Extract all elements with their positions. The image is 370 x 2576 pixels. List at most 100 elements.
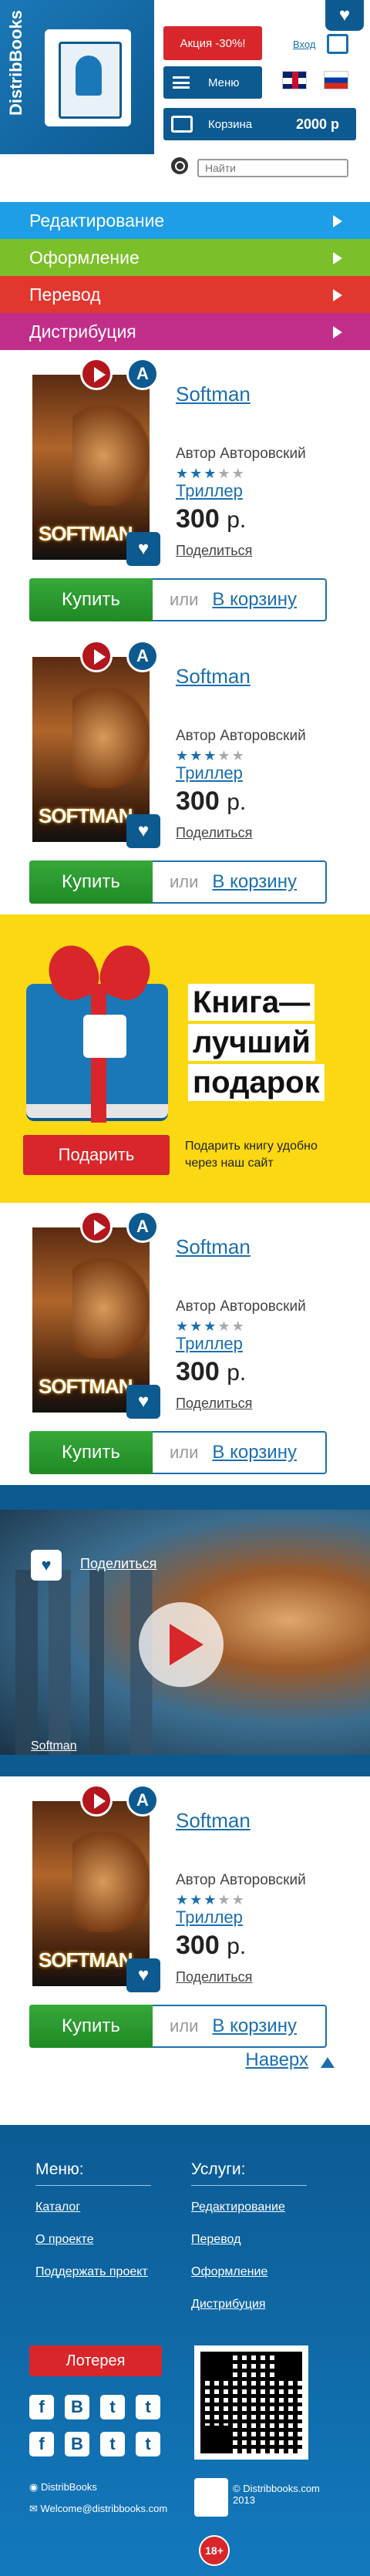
share-link[interactable]: Поделиться <box>176 543 252 559</box>
nav-item-editing[interactable]: Редактирование <box>0 202 370 239</box>
star-icon: ★ <box>190 1318 204 1334</box>
rating-stars: ★★★★★ <box>176 748 246 764</box>
product-title[interactable]: Softman <box>176 382 251 406</box>
footer-link-distribution[interactable]: Дистрибуция <box>191 2298 266 2312</box>
audiobook-icon[interactable]: A <box>126 640 159 672</box>
category-nav: Редактирование Оформление Перевод Дистри… <box>0 202 370 350</box>
language-en-flag-icon[interactable] <box>282 71 307 89</box>
audiobook-icon[interactable]: A <box>126 358 159 390</box>
nav-item-translation[interactable]: Перевод <box>0 276 370 313</box>
vkontakte-icon[interactable]: B <box>65 2432 89 2456</box>
product-genre[interactable]: Триллер <box>176 763 243 783</box>
play-trailer-icon[interactable] <box>80 358 113 390</box>
audiobook-icon[interactable]: A <box>126 1784 159 1817</box>
buy-button[interactable]: Купить <box>29 1431 153 1474</box>
product-genre[interactable]: Триллер <box>176 1908 243 1928</box>
star-icon: ★ <box>204 748 218 763</box>
product-card: SOFTMAN A ♥ Softman Автор Авторовский ★★… <box>0 350 370 632</box>
back-to-top-link[interactable]: Наверх <box>245 2049 308 2071</box>
product-price: 300 р. <box>176 1357 246 1387</box>
email-contact[interactable]: ✉ Welcome@distribbooks.com <box>29 2503 167 2515</box>
cart-icon <box>171 116 193 133</box>
play-trailer-icon[interactable] <box>80 1211 113 1243</box>
hamburger-icon <box>173 76 190 89</box>
footer-link-catalog[interactable]: Каталог <box>35 2201 80 2214</box>
play-trailer-icon[interactable] <box>80 640 113 672</box>
buy-button[interactable]: Купить <box>29 2005 153 2048</box>
product-author: Автор Авторовский <box>176 1872 306 1888</box>
star-icon: ★ <box>190 1892 204 1908</box>
product-genre[interactable]: Триллер <box>176 1334 243 1354</box>
search-input[interactable] <box>197 159 348 177</box>
search-icon[interactable] <box>171 157 188 174</box>
sale-button[interactable]: Акция -30%! <box>163 26 262 60</box>
arrow-up-icon[interactable] <box>321 2057 335 2068</box>
rating-stars: ★★★★★ <box>176 466 246 482</box>
site-logo[interactable]: DistribBooks <box>0 0 154 154</box>
footer-link-support[interactable]: Поддержать проект <box>35 2265 148 2279</box>
facebook-icon[interactable]: f <box>29 2432 54 2456</box>
product-title[interactable]: Softman <box>176 665 251 689</box>
star-icon: ★ <box>204 1318 218 1334</box>
favorite-heart-icon[interactable]: ♥ <box>126 814 160 848</box>
add-to-cart-link[interactable]: В корзину <box>212 1442 297 1463</box>
twitter-icon[interactable]: t <box>100 2432 125 2456</box>
logo-text: DistribBooks <box>6 10 25 116</box>
product-card: SOFTMAN A ♥ Softman Автор Авторовский ★★… <box>0 1776 370 2059</box>
video-block: ♥ Поделиться Softman <box>0 1485 370 1776</box>
language-ru-flag-icon[interactable] <box>324 71 348 89</box>
add-to-cart-link[interactable]: В корзину <box>212 871 297 893</box>
menu-button[interactable]: Меню <box>163 66 262 99</box>
favorite-heart-icon[interactable]: ♥ <box>126 532 160 566</box>
share-link[interactable]: Поделиться <box>176 825 252 841</box>
product-price: 300 р. <box>176 786 246 817</box>
cart-button[interactable]: Корзина 2000 р <box>163 108 356 140</box>
star-icon: ★ <box>190 466 204 481</box>
product-card: SOFTMAN A ♥ Softman Автор Авторовский ★★… <box>0 632 370 914</box>
gift-button[interactable]: Подарить <box>23 1135 170 1175</box>
play-trailer-icon[interactable] <box>80 1784 113 1817</box>
back-to-top: Наверх <box>0 2049 370 2089</box>
star-icon: ★ <box>176 1318 190 1334</box>
video-share-link[interactable]: Поделиться <box>80 1556 156 1572</box>
menu-label: Меню <box>208 76 240 89</box>
product-title[interactable]: Softman <box>176 1235 251 1259</box>
favorite-heart-icon[interactable]: ♥ <box>126 1958 160 1992</box>
audiobook-icon[interactable]: A <box>126 1211 159 1243</box>
play-icon[interactable] <box>139 1602 224 1687</box>
buy-button[interactable]: Купить <box>29 578 153 621</box>
buy-button[interactable]: Купить <box>29 860 153 904</box>
add-to-cart-link[interactable]: В корзину <box>212 2015 297 2037</box>
skype-contact[interactable]: ◉ DistribBooks <box>29 2481 97 2494</box>
lottery-button[interactable]: Лотерея <box>29 2345 162 2376</box>
nav-item-distribution[interactable]: Дистрибуция <box>0 313 370 350</box>
login-link[interactable]: Вход <box>293 39 315 50</box>
footer-link-design[interactable]: Оформление <box>191 2265 267 2279</box>
video-player[interactable]: ♥ Поделиться Softman <box>0 1510 370 1755</box>
price-value: 300 <box>176 504 220 534</box>
login-icon[interactable] <box>327 34 348 54</box>
share-link[interactable]: Поделиться <box>176 1969 252 1985</box>
footer-link-editing[interactable]: Редактирование <box>191 2201 285 2214</box>
footer-link-about[interactable]: О проекте <box>35 2233 93 2247</box>
favorite-heart-icon[interactable]: ♥ <box>31 1550 62 1581</box>
footer-link-translation[interactable]: Перевод <box>191 2233 240 2247</box>
star-icon: ★ <box>176 1892 190 1908</box>
tumblr-icon[interactable]: t <box>136 2395 160 2419</box>
favorite-heart-icon[interactable]: ♥ <box>126 1385 160 1419</box>
product-title[interactable]: Softman <box>176 1809 251 1833</box>
favorites-heart-icon[interactable]: ♥ <box>325 0 364 31</box>
email-address: Welcome@distribbooks.com <box>40 2503 168 2514</box>
tumblr-icon[interactable]: t <box>136 2432 160 2456</box>
product-genre[interactable]: Триллер <box>176 481 243 501</box>
nav-item-design[interactable]: Оформление <box>0 239 370 276</box>
add-to-cart-link[interactable]: В корзину <box>212 589 297 611</box>
video-title[interactable]: Softman <box>31 1739 77 1753</box>
facebook-icon[interactable]: f <box>29 2395 54 2419</box>
star-icon: ★ <box>231 1892 246 1908</box>
twitter-icon[interactable]: t <box>100 2395 125 2419</box>
share-link[interactable]: Поделиться <box>176 1396 252 1412</box>
chevron-right-icon <box>333 215 342 227</box>
vkontakte-icon[interactable]: B <box>65 2395 89 2419</box>
cover-title: SOFTMAN <box>39 804 133 827</box>
